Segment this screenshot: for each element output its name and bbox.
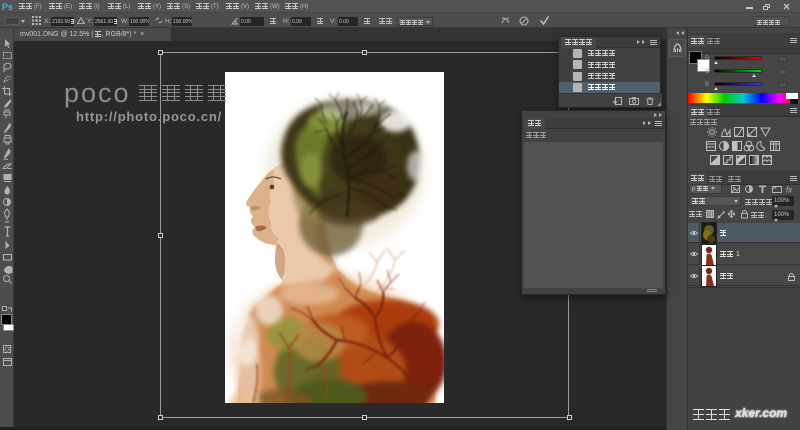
svg-text:fx: fx bbox=[786, 186, 793, 195]
